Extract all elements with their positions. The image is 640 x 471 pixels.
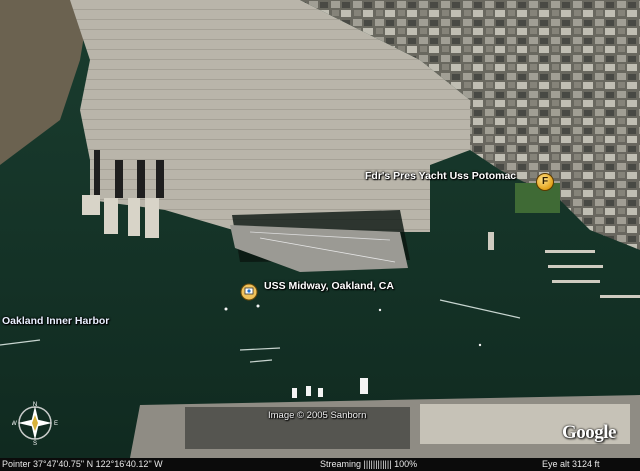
- placemark-label-potomac[interactable]: Fdr's Pres Yacht Uss Potomac: [365, 170, 516, 182]
- imagery-copyright: Image © 2005 Sanborn: [268, 410, 367, 421]
- compass-rose-icon[interactable]: N S E W: [12, 400, 58, 446]
- compass-s: S: [33, 441, 37, 446]
- pointer-coordinates: Pointer 37°47'40.75" N 122°16'40.12" W: [2, 459, 163, 469]
- area-label-harbor: Oakland Inner Harbor: [2, 315, 110, 327]
- eye-altitude: Eye alt 3124 ft: [542, 459, 600, 469]
- placemark-label-midway[interactable]: USS Midway, Oakland, CA: [264, 280, 394, 292]
- compass-n: N: [33, 402, 37, 408]
- placemark-pin-icon[interactable]: [240, 283, 258, 301]
- compass-e: E: [54, 421, 58, 427]
- streaming-status: Streaming |||||||||||| 100%: [320, 459, 418, 469]
- compass-w: W: [12, 421, 17, 427]
- google-logo: Google: [562, 422, 617, 443]
- map-viewport[interactable]: Fdr's Pres Yacht Uss Potomac F USS Midwa…: [0, 0, 640, 471]
- satellite-imagery[interactable]: [0, 0, 640, 458]
- status-bar: Pointer 37°47'40.75" N 122°16'40.12" W S…: [0, 458, 640, 471]
- letter-f-marker-icon[interactable]: F: [536, 173, 554, 191]
